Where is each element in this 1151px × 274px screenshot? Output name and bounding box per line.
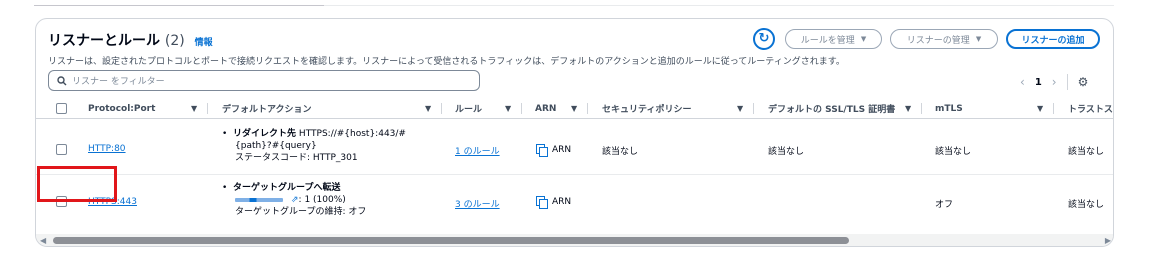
copy-icon [536,144,548,157]
copy-arn-button[interactable]: ARN [536,144,572,157]
redirect-url: HTTPS://#{host}:443/# [298,129,406,139]
action-title: リダイレクト先 [233,129,297,139]
scroll-left-icon[interactable]: ◀ [40,236,46,245]
column-divider[interactable] [1053,103,1054,114]
pager-divider [1066,74,1068,90]
default-action-list: • リダイレクト先 HTTPS://#{host}:443/# {path}?#… [222,128,406,164]
col-mtls[interactable]: mTLS [935,98,963,119]
external-link-icon[interactable]: ⇗ [291,195,299,205]
listener-filter-input[interactable]: リスナー をフィルター [48,70,480,91]
col-rules[interactable]: ルール [455,98,482,119]
info-link[interactable]: 情報 [195,38,213,48]
column-divider[interactable] [921,103,922,114]
col-arn[interactable]: ARN [535,98,556,119]
protocol-port-link[interactable]: HTTP:80 [88,144,126,154]
mtls-value: オフ [935,200,954,210]
column-divider[interactable] [521,103,522,114]
page-number[interactable]: 1 [1035,77,1042,88]
rules-link[interactable]: 3 のルール [455,197,500,210]
trust-store-value: 該当なし [1068,200,1105,210]
refresh-icon: ↻ [758,31,770,46]
status-code: ステータスコード: HTTP_301 [235,153,358,163]
manage-rules-button[interactable]: ルールを管理 ▼ [785,29,882,49]
pagination: ‹ 1 › ⚙ [1020,74,1088,90]
action-title: ターゲットグループへ転送 [233,183,341,193]
stickiness-status: ターゲットグループの維持: オフ [235,207,367,217]
table-row: HTTPS:443 • ターゲットグループへ転送 ⇗: 1 (100%) ターゲ… [36,176,1113,226]
caret-down-icon: ▼ [860,35,867,43]
title-text: リスナーとルール [48,33,160,49]
col-trust-store[interactable]: トラストス [1068,98,1113,119]
scroll-right-icon[interactable]: ▶ [1105,236,1111,245]
panel-description: リスナーは、設定されたプロトコルとポートで接続リクエストを確認します。リスナーに… [48,57,845,67]
chevron-left-icon[interactable]: ‹ [1020,75,1025,89]
column-divider[interactable] [587,103,588,114]
manage-rules-label: ルールを管理 [800,35,855,46]
panel-title: リスナーとルール (2) 情報 [48,30,213,50]
sort-down-icon[interactable]: ▼ [425,104,431,113]
manage-listeners-label: リスナーの管理 [906,35,970,46]
arn-label: ARN [552,196,572,207]
sort-down-icon[interactable]: ▼ [905,104,911,113]
column-divider[interactable] [441,103,442,114]
arn-label: ARN [552,144,572,155]
copy-icon [536,196,548,209]
add-listener-label: リスナーの追加 [1021,35,1085,46]
mtls-value: 該当なし [935,147,972,157]
scrollbar-thumb[interactable] [53,237,849,244]
bullet-dot: • [222,129,234,139]
manage-listeners-button[interactable]: リスナーの管理 ▼ [890,29,998,49]
sort-down-icon[interactable]: ▼ [571,104,577,113]
redirect-url-continued: {path}?#{query} [235,141,317,151]
highlight-box [37,166,117,202]
col-default-action[interactable]: デフォルトアクション [222,98,312,119]
target-weight: : 1 (100%) [298,195,346,205]
settings-gear-icon[interactable]: ⚙ [1078,75,1089,89]
add-listener-button[interactable]: リスナーの追加 [1006,29,1100,49]
col-protocol-port[interactable]: Protocol:Port [88,98,155,119]
caret-down-icon: ▼ [975,35,982,43]
table-header: Protocol:Port ▼ デフォルトアクション ▼ ルール ▼ ARN ▼… [36,98,1113,119]
security-policy-value: 該当なし [602,147,639,157]
listeners-panel: リスナーとルール (2) 情報 リスナーは、設定されたプロトコルとポートで接続リ… [35,18,1114,247]
table-row: HTTP:80 • リダイレクト先 HTTPS://#{host}:443/# … [36,120,1113,175]
col-security-policy[interactable]: セキュリティポリシー [602,98,691,119]
ssl-cert-value: 該当なし [768,147,805,157]
refresh-button[interactable]: ↻ [753,28,775,50]
bullet-dot: • [222,183,234,193]
filter-placeholder: リスナー をフィルター [72,77,165,87]
search-icon [57,75,67,85]
target-group-link[interactable] [235,197,283,202]
default-action-list: • ターゲットグループへ転送 ⇗: 1 (100%) ターゲットグループの維持:… [222,182,366,218]
select-all-checkbox[interactable] [56,103,67,114]
listener-count: (2) [164,33,185,49]
sort-down-icon[interactable]: ▼ [737,104,743,113]
sort-down-icon[interactable]: ▼ [505,104,511,113]
copy-arn-button[interactable]: ARN [536,196,572,209]
chevron-right-icon[interactable]: › [1052,75,1057,89]
top-tab-underline [34,0,1114,6]
trust-store-value: 該当なし [1068,147,1105,157]
sort-down-icon[interactable]: ▼ [191,104,197,113]
rules-link[interactable]: 1 のルール [455,144,500,157]
column-divider[interactable] [753,103,754,114]
horizontal-scrollbar[interactable]: ◀ ▶ [36,234,1113,246]
row-checkbox[interactable] [56,144,67,155]
col-ssl-certificate[interactable]: デフォルトの SSL/TLS 証明書 [768,98,895,119]
sort-down-icon[interactable]: ▼ [1037,104,1043,113]
column-divider[interactable] [207,103,208,114]
